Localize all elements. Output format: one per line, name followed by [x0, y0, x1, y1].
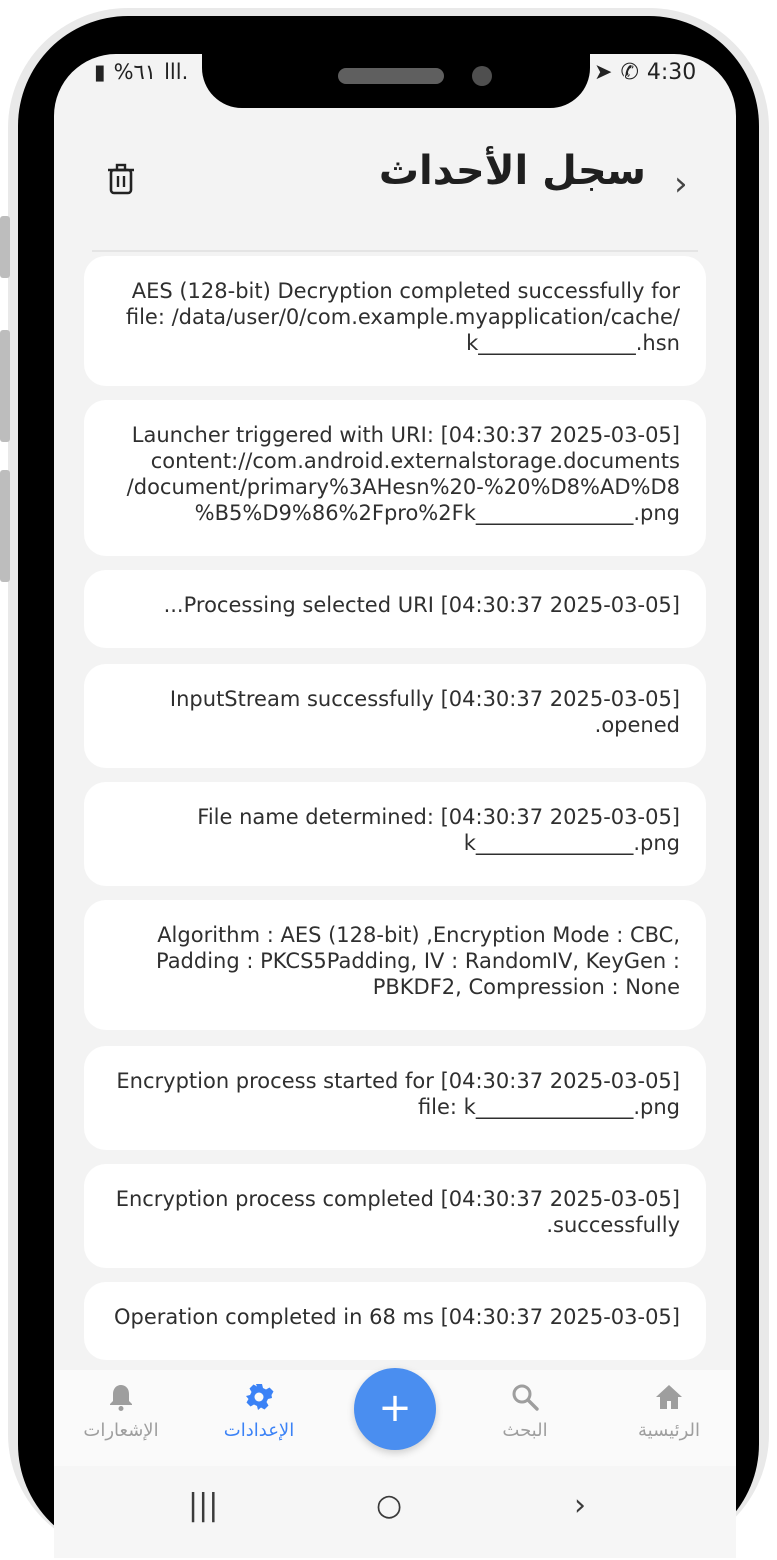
nav-item-search[interactable]: البحث — [470, 1382, 580, 1441]
app-screen: ▮ %٦١ lll. ➤ ✆ 4:30 سجل الأحداث › AES (1… — [54, 54, 736, 1558]
log-entry: Operation completed in 68 ms [04:30:37 2… — [84, 1282, 706, 1360]
list-divider — [92, 250, 698, 252]
log-entry: Encryption process started for [04:30:37… — [84, 1046, 706, 1150]
camera-notch — [202, 42, 590, 108]
volume-up-button — [0, 330, 10, 442]
side-button — [0, 216, 10, 278]
recents-button[interactable]: ||| — [188, 1488, 218, 1523]
front-camera — [472, 66, 492, 86]
page-title: سجل الأحداث — [378, 148, 646, 194]
clock-time: 4:30 — [646, 60, 697, 85]
status-bar-left: ▮ %٦١ lll. — [94, 60, 188, 84]
log-entry: File name determined: [04:30:37 2025-03-… — [84, 782, 706, 886]
location-icon: ➤ — [594, 60, 613, 85]
add-button[interactable]: + — [354, 1368, 436, 1450]
volume-down-button — [0, 470, 10, 582]
log-entry: AES (128-bit) Decryption completed succe… — [84, 256, 706, 386]
status-bar-right: ➤ ✆ 4:30 — [594, 60, 696, 85]
log-entry: Launcher triggered with URI: [04:30:37 2… — [84, 400, 706, 556]
back-button[interactable]: › — [574, 1488, 586, 1523]
log-entry-text: File name determined: [04:30:37 2025-03-… — [197, 805, 680, 855]
log-entry-text: ...Processing selected URI [04:30:37 202… — [163, 593, 680, 617]
whatsapp-icon: ✆ — [620, 60, 639, 85]
nav-item-home[interactable]: الرئيسية — [614, 1382, 724, 1441]
nav-label-search: البحث — [502, 1420, 548, 1441]
home-button[interactable]: ○ — [376, 1488, 402, 1523]
system-navigation-bar: ||| ○ › — [54, 1466, 736, 1558]
home-icon — [656, 1385, 682, 1409]
gear-icon — [246, 1384, 274, 1410]
log-entry: Encryption process completed [04:30:37 2… — [84, 1164, 706, 1268]
log-entry-text: Operation completed in 68 ms [04:30:37 2… — [114, 1305, 680, 1329]
nav-item-settings[interactable]: الإعدادات — [204, 1382, 314, 1441]
log-entry-text: Launcher triggered with URI: [04:30:37 2… — [126, 423, 680, 525]
log-entry-text: Encryption process started for [04:30:37… — [116, 1069, 680, 1119]
log-entry: InputStream successfully [04:30:37 2025-… — [84, 664, 706, 768]
log-entry: ...Processing selected URI [04:30:37 202… — [84, 570, 706, 648]
battery-percent: %٦١ — [113, 60, 157, 84]
log-entry-text: Algorithm : AES (128-bit) ,Encryption Mo… — [155, 923, 680, 999]
bottom-navigation: الإشعارات الإعدادات + البحث الرئيسية — [54, 1368, 736, 1466]
search-icon — [512, 1384, 539, 1411]
app-header: سجل الأحداث › — [54, 132, 736, 222]
nav-label-settings: الإعدادات — [223, 1420, 295, 1441]
log-entry-text: InputStream successfully [04:30:37 2025-… — [169, 687, 680, 737]
trash-icon[interactable] — [106, 162, 136, 196]
battery-icon: ▮ — [94, 60, 106, 84]
nav-item-notifications[interactable]: الإشعارات — [66, 1382, 176, 1441]
nav-label-home: الرئيسية — [638, 1420, 700, 1441]
back-chevron-icon[interactable]: › — [674, 164, 688, 204]
event-log-list[interactable]: AES (128-bit) Decryption completed succe… — [84, 250, 706, 1364]
log-entry: Algorithm : AES (128-bit) ,Encryption Mo… — [84, 900, 706, 1030]
nav-label-notifications: الإشعارات — [83, 1420, 159, 1441]
speaker-grille — [338, 68, 444, 84]
log-entry-text: Encryption process completed [04:30:37 2… — [115, 1187, 680, 1237]
log-entry-text: AES (128-bit) Decryption completed succe… — [125, 279, 680, 355]
signal-icon: lll. — [164, 60, 189, 84]
bell-icon — [110, 1385, 132, 1411]
